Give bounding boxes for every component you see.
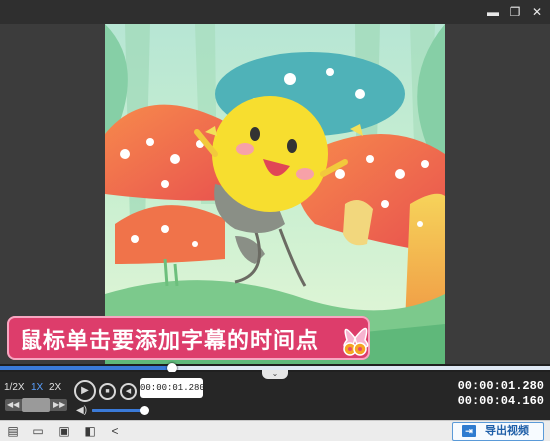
control-panel: 1/2X 1X 2X ◀◀ ▶▶ ▶ ■ ◀ 00:00:01.280 ◀) 0… <box>0 372 550 420</box>
speed-half[interactable]: 1/2X <box>4 382 25 393</box>
video-illustration <box>105 24 445 364</box>
collapse-panel-button[interactable]: ⌄ <box>262 370 288 379</box>
butterfly-icon <box>343 327 369 356</box>
scrub-grip[interactable] <box>22 398 50 412</box>
app-window: ▬ ❐ ✕ 鼠标单击要添加字幕的时间点 1/2X 1X 2X ◀◀ ▶▶ ▶ ■… <box>0 0 550 441</box>
chevron-down-icon: ⌄ <box>271 369 279 378</box>
volume-knob[interactable] <box>140 406 149 415</box>
restore-icon[interactable]: ❐ <box>505 0 525 24</box>
video-stage[interactable]: 鼠标单击要添加字幕的时间点 <box>0 24 550 364</box>
open-folder-icon[interactable]: ▭ <box>31 424 45 438</box>
share-icon[interactable]: < <box>108 424 122 438</box>
stop-button[interactable]: ■ <box>99 383 116 400</box>
new-file-icon[interactable]: ▤ <box>6 424 20 438</box>
bottom-toolbar: ▤ ▭ ▣ ◧ < ⇥ 导出视频 <box>0 420 550 441</box>
frame-scrubber[interactable]: ◀◀ ▶▶ <box>5 398 67 412</box>
scrub-back-icon[interactable]: ◀◀ <box>7 400 19 409</box>
timeline-played <box>0 366 172 370</box>
speed-normal[interactable]: 1X <box>31 382 43 393</box>
save-icon[interactable]: ▣ <box>57 424 71 438</box>
video-frame[interactable] <box>105 24 445 364</box>
minimize-icon[interactable]: ▬ <box>483 0 503 24</box>
save-as-icon[interactable]: ◧ <box>83 424 97 438</box>
export-video-label: 导出视频 <box>485 425 529 437</box>
stop-icon: ■ <box>105 388 110 395</box>
title-bar: ▬ ❐ ✕ <box>0 0 550 24</box>
subtitle-hint-banner: 鼠标单击要添加字幕的时间点 <box>7 316 370 360</box>
volume-fill <box>92 409 144 412</box>
close-icon[interactable]: ✕ <box>527 0 547 24</box>
play-icon: ▶ <box>81 385 89 396</box>
current-timecode: 00:00:01.280 <box>457 379 544 393</box>
play-button[interactable]: ▶ <box>74 380 96 402</box>
prev-frame-button[interactable]: ◀ <box>120 383 137 400</box>
prev-frame-icon: ◀ <box>125 388 132 395</box>
export-video-button[interactable]: ⇥ 导出视频 <box>452 422 544 441</box>
export-icon: ⇥ <box>462 425 476 437</box>
volume-icon[interactable]: ◀) <box>76 405 87 416</box>
current-time-pill: 00:00:01.280 <box>140 378 205 398</box>
speed-double[interactable]: 2X <box>49 382 61 393</box>
scrub-forward-icon[interactable]: ▶▶ <box>53 400 65 409</box>
subtitle-hint-text: 鼠标单击要添加字幕的时间点 <box>20 329 320 354</box>
total-timecode: 00:00:04.160 <box>457 394 544 408</box>
